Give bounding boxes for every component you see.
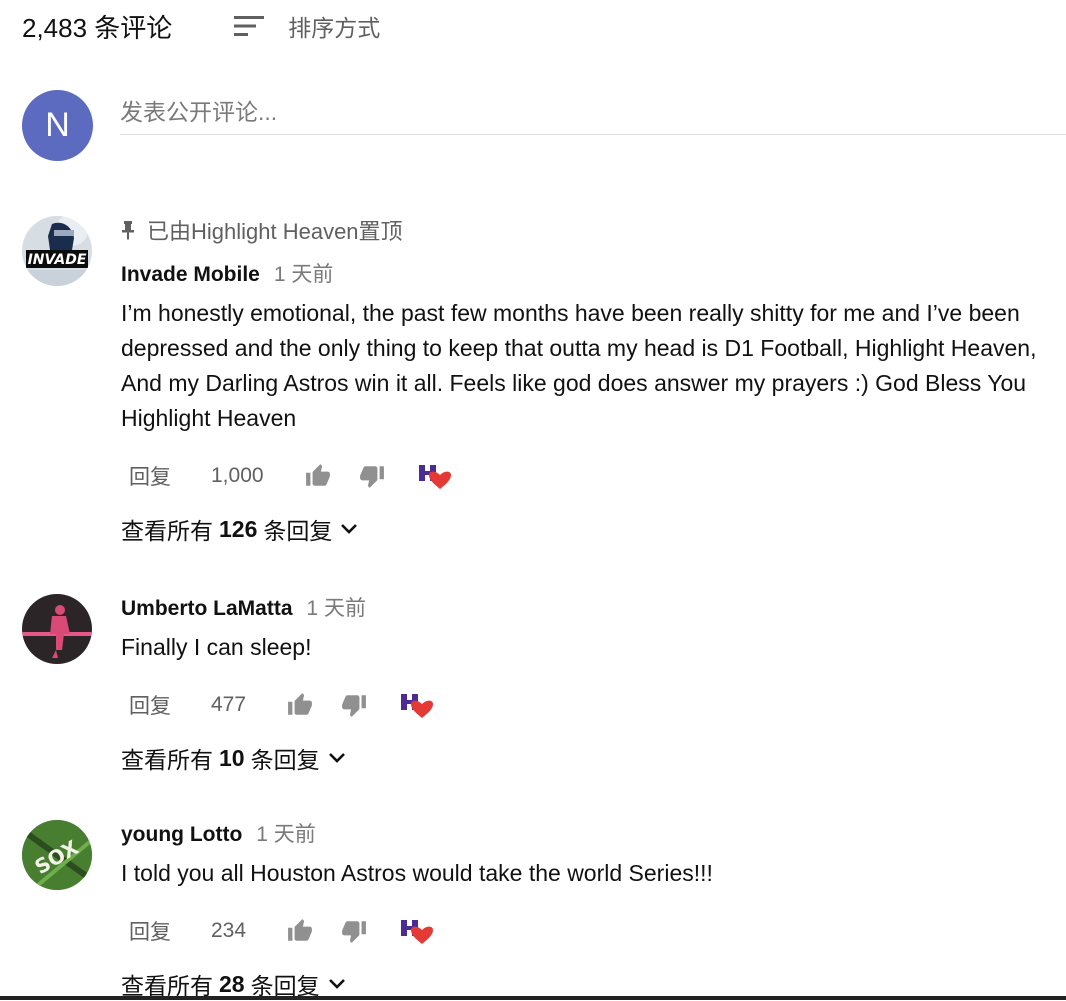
like-button[interactable]	[286, 918, 314, 944]
comment-compose: N	[22, 90, 1066, 161]
creator-heart[interactable]	[398, 688, 434, 722]
reply-button[interactable]: 回复	[129, 690, 171, 720]
reply-count: 126	[219, 515, 258, 542]
creator-heart-icon	[400, 918, 434, 944]
chevron-down-icon	[328, 753, 345, 763]
avatar[interactable]	[22, 594, 92, 664]
dislike-button[interactable]	[358, 463, 386, 489]
like-count: 477	[211, 693, 247, 716]
like-button[interactable]	[304, 463, 332, 489]
creator-heart-icon	[417, 463, 451, 489]
comment-author[interactable]: young Lotto	[121, 823, 242, 847]
like-count: 1,000	[211, 464, 264, 487]
comment-author[interactable]: Invade Mobile	[121, 263, 260, 287]
view-replies-prefix: 查看所有	[121, 747, 213, 773]
view-replies-button[interactable]: 查看所有 126 条回复	[121, 512, 1054, 546]
current-user-avatar[interactable]: N	[22, 90, 93, 161]
reply-button[interactable]: 回复	[129, 461, 171, 491]
sort-icon	[234, 16, 265, 36]
dislike-button[interactable]	[340, 918, 368, 944]
like-button[interactable]	[286, 692, 314, 718]
pinned-label: 已由Highlight Heaven置顶	[147, 219, 403, 244]
comment-author[interactable]: Umberto LaMatta	[121, 597, 293, 621]
thumb-up-icon	[305, 464, 330, 486]
view-replies-suffix: 条回复	[250, 747, 320, 773]
chevron-down-icon	[328, 979, 345, 989]
creator-heart[interactable]	[416, 459, 452, 493]
comment-count: 2,483 条评论	[22, 12, 173, 43]
reply-button[interactable]: 回复	[129, 916, 171, 946]
creator-heart-icon	[400, 692, 434, 718]
viewport-bottom-edge	[0, 996, 1066, 1000]
comment-actions: 回复 1,000	[121, 456, 1054, 496]
avatar-letter: N	[45, 106, 70, 144]
comment-time[interactable]: 1 天前	[274, 258, 334, 288]
chevron-down-icon	[341, 524, 358, 534]
pinned-badge: 已由Highlight Heaven置顶	[121, 214, 1054, 246]
thumb-down-icon	[342, 921, 366, 943]
comment-text: I told you all Houston Astros would take…	[121, 860, 713, 886]
like-count: 234	[211, 919, 247, 942]
creator-heart[interactable]	[398, 914, 434, 948]
reply-count: 28	[219, 970, 245, 997]
comment-input[interactable]	[120, 90, 1066, 135]
comment-time[interactable]: 1 天前	[307, 592, 367, 622]
avatar[interactable]: INVADE	[22, 216, 92, 286]
comment-actions: 回复 477	[121, 685, 1054, 725]
view-replies-suffix: 条回复	[263, 518, 333, 544]
comments-header: 2,483 条评论 排序方式	[22, 8, 380, 44]
sort-label: 排序方式	[288, 15, 381, 41]
reply-count: 10	[219, 744, 245, 771]
pin-icon	[122, 221, 134, 240]
comment-text: I’m honestly emotional, the past few mon…	[121, 300, 1037, 431]
thumb-up-icon	[288, 919, 312, 941]
comment-actions: 回复 234	[121, 911, 1054, 951]
view-replies-prefix: 查看所有	[121, 518, 213, 544]
dislike-button[interactable]	[340, 692, 368, 718]
thumb-down-icon	[359, 466, 384, 488]
thumb-up-icon	[288, 693, 312, 715]
sort-button[interactable]: 排序方式	[232, 9, 380, 43]
avatar-logo-text: INVADE	[28, 252, 87, 268]
comment-text: Finally I can sleep!	[121, 634, 312, 660]
thumb-down-icon	[342, 695, 366, 717]
view-replies-button[interactable]: 查看所有 10 条回复	[121, 741, 1054, 775]
comment-time[interactable]: 1 天前	[256, 818, 316, 848]
avatar[interactable]: SOX	[22, 820, 92, 890]
